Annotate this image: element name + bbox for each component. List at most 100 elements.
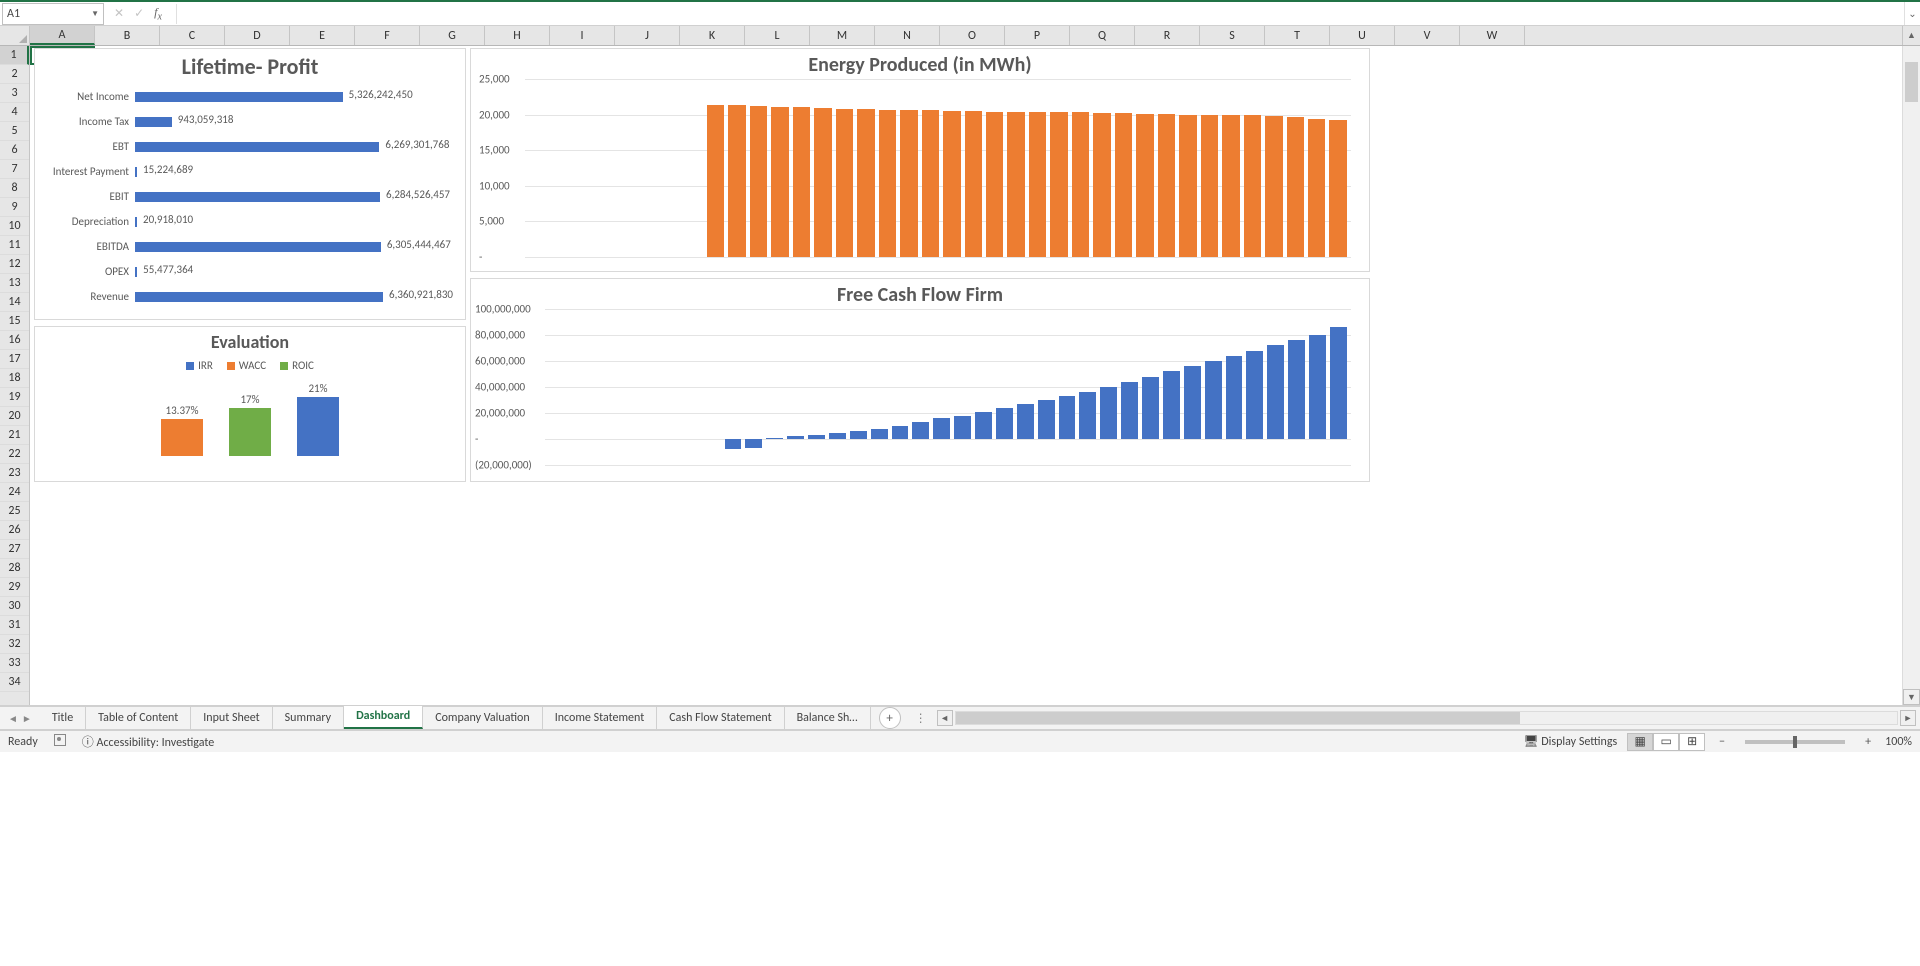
column-header[interactable]: E	[290, 26, 355, 45]
zoom-in-button[interactable]: +	[1861, 735, 1875, 749]
row-header[interactable]: 3	[0, 84, 29, 103]
row-header[interactable]: 13	[0, 274, 29, 293]
sheet-tab[interactable]: Title	[40, 707, 86, 729]
sheet-tab[interactable]: Input Sheet	[191, 707, 272, 729]
row-header[interactable]: 24	[0, 483, 29, 502]
new-sheet-button[interactable]: +	[879, 707, 901, 729]
row-header[interactable]: 5	[0, 122, 29, 141]
row-header[interactable]: 15	[0, 312, 29, 331]
chart-energy-produced[interactable]: Energy Produced (in MWh) 25,00020,00015,…	[470, 48, 1370, 272]
hscroll-right-icon[interactable]: ►	[1900, 710, 1916, 726]
column-header[interactable]: W	[1460, 26, 1525, 45]
row-header[interactable]: 27	[0, 540, 29, 559]
column-header[interactable]: U	[1330, 26, 1395, 45]
tab-more-icon[interactable]: ⋮	[909, 711, 933, 726]
column-header[interactable]: D	[225, 26, 290, 45]
chart-free-cash-flow[interactable]: Free Cash Flow Firm 100,000,00080,000,00…	[470, 278, 1370, 482]
row-header[interactable]: 33	[0, 654, 29, 673]
row-header[interactable]: 18	[0, 369, 29, 388]
hscroll-thumb[interactable]	[956, 712, 1521, 724]
column-header[interactable]: K	[680, 26, 745, 45]
row-header[interactable]: 1	[0, 46, 29, 65]
row-header[interactable]: 16	[0, 331, 29, 350]
column-header[interactable]: C	[160, 26, 225, 45]
sheet-tab[interactable]: Income Statement	[543, 707, 658, 729]
vscroll-down-icon[interactable]: ▼	[1903, 689, 1920, 705]
column-header[interactable]: M	[810, 26, 875, 45]
row-header[interactable]: 29	[0, 578, 29, 597]
row-header[interactable]: 25	[0, 502, 29, 521]
column-header[interactable]: O	[940, 26, 1005, 45]
row-header[interactable]: 26	[0, 521, 29, 540]
column-header[interactable]: R	[1135, 26, 1200, 45]
sheet-tab[interactable]: Summary	[273, 707, 344, 729]
row-header[interactable]: 28	[0, 559, 29, 578]
insert-function-icon[interactable]: fx	[154, 5, 168, 22]
sheet-tab[interactable]: Cash Flow Statement	[657, 707, 784, 729]
zoom-slider[interactable]	[1745, 740, 1845, 744]
row-header[interactable]: 21	[0, 426, 29, 445]
zoom-out-button[interactable]: −	[1715, 735, 1729, 749]
display-settings-button[interactable]: 🖥 Display Settings	[1523, 734, 1617, 749]
column-header[interactable]: S	[1200, 26, 1265, 45]
column-header[interactable]: T	[1265, 26, 1330, 45]
column-header[interactable]: P	[1005, 26, 1070, 45]
row-header[interactable]: 12	[0, 255, 29, 274]
chart-evaluation[interactable]: Evaluation IRRWACCROIC 13.37%17%21%	[34, 326, 466, 482]
row-header[interactable]: 14	[0, 293, 29, 312]
tab-nav-prev-icon[interactable]: ◄	[8, 712, 18, 725]
column-header[interactable]: G	[420, 26, 485, 45]
view-page-layout-icon[interactable]: ▭	[1653, 733, 1679, 751]
column-header[interactable]: B	[95, 26, 160, 45]
row-header[interactable]: 34	[0, 673, 29, 692]
column-header[interactable]: J	[615, 26, 680, 45]
row-header[interactable]: 19	[0, 388, 29, 407]
tab-nav-next-icon[interactable]: ►	[22, 712, 32, 725]
row-header[interactable]: 11	[0, 236, 29, 255]
row-header[interactable]: 30	[0, 597, 29, 616]
row-header[interactable]: 8	[0, 179, 29, 198]
row-header[interactable]: 9	[0, 198, 29, 217]
formula-input[interactable]	[176, 4, 1904, 24]
accessibility-status[interactable]: ⓘ Accessibility: Investigate	[82, 733, 214, 750]
view-normal-icon[interactable]: ▦	[1627, 733, 1653, 751]
cells-area[interactable]: Lifetime- Profit Net Income5,326,242,450…	[30, 46, 1920, 705]
name-box[interactable]: A1 ▼	[2, 3, 104, 25]
hscroll-left-icon[interactable]: ◄	[937, 710, 953, 726]
sheet-tab[interactable]: Table of Content	[86, 707, 191, 729]
select-all-cells[interactable]	[0, 26, 30, 45]
row-header[interactable]: 4	[0, 103, 29, 122]
sheet-tab[interactable]: Dashboard	[344, 705, 423, 729]
expand-formula-bar-icon[interactable]: ⌄	[1904, 2, 1920, 25]
macro-record-icon[interactable]	[54, 734, 66, 750]
row-header[interactable]: 23	[0, 464, 29, 483]
row-header[interactable]: 22	[0, 445, 29, 464]
row-header[interactable]: 32	[0, 635, 29, 654]
view-page-break-icon[interactable]: ⊞	[1679, 733, 1705, 751]
column-header[interactable]: V	[1395, 26, 1460, 45]
row-header[interactable]: 31	[0, 616, 29, 635]
column-header[interactable]: Q	[1070, 26, 1135, 45]
sheet-tab[interactable]: Balance Sh…	[785, 707, 871, 729]
row-header[interactable]: 6	[0, 141, 29, 160]
row-header[interactable]: 10	[0, 217, 29, 236]
vscroll-up-icon[interactable]: ▲	[1902, 26, 1920, 45]
row-header[interactable]: 20	[0, 407, 29, 426]
column-header[interactable]: L	[745, 26, 810, 45]
vscroll-thumb[interactable]	[1905, 62, 1918, 102]
column-header[interactable]: F	[355, 26, 420, 45]
row-header[interactable]: 17	[0, 350, 29, 369]
vertical-scrollbar[interactable]: ▼	[1902, 46, 1920, 705]
horizontal-scrollbar[interactable]: ◄ ►	[933, 710, 1920, 726]
row-header[interactable]: 7	[0, 160, 29, 179]
column-header[interactable]: N	[875, 26, 940, 45]
name-box-dropdown-icon[interactable]: ▼	[91, 9, 99, 19]
zoom-level[interactable]: 100%	[1885, 735, 1912, 749]
column-header[interactable]: H	[485, 26, 550, 45]
column-header[interactable]: A	[30, 26, 95, 45]
row-header[interactable]: 2	[0, 65, 29, 84]
worksheet-grid[interactable]: 1234567891011121314151617181920212223242…	[0, 46, 1920, 706]
column-header[interactable]: I	[550, 26, 615, 45]
chart-lifetime-profit[interactable]: Lifetime- Profit Net Income5,326,242,450…	[34, 48, 466, 320]
sheet-tab[interactable]: Company Valuation	[423, 707, 543, 729]
